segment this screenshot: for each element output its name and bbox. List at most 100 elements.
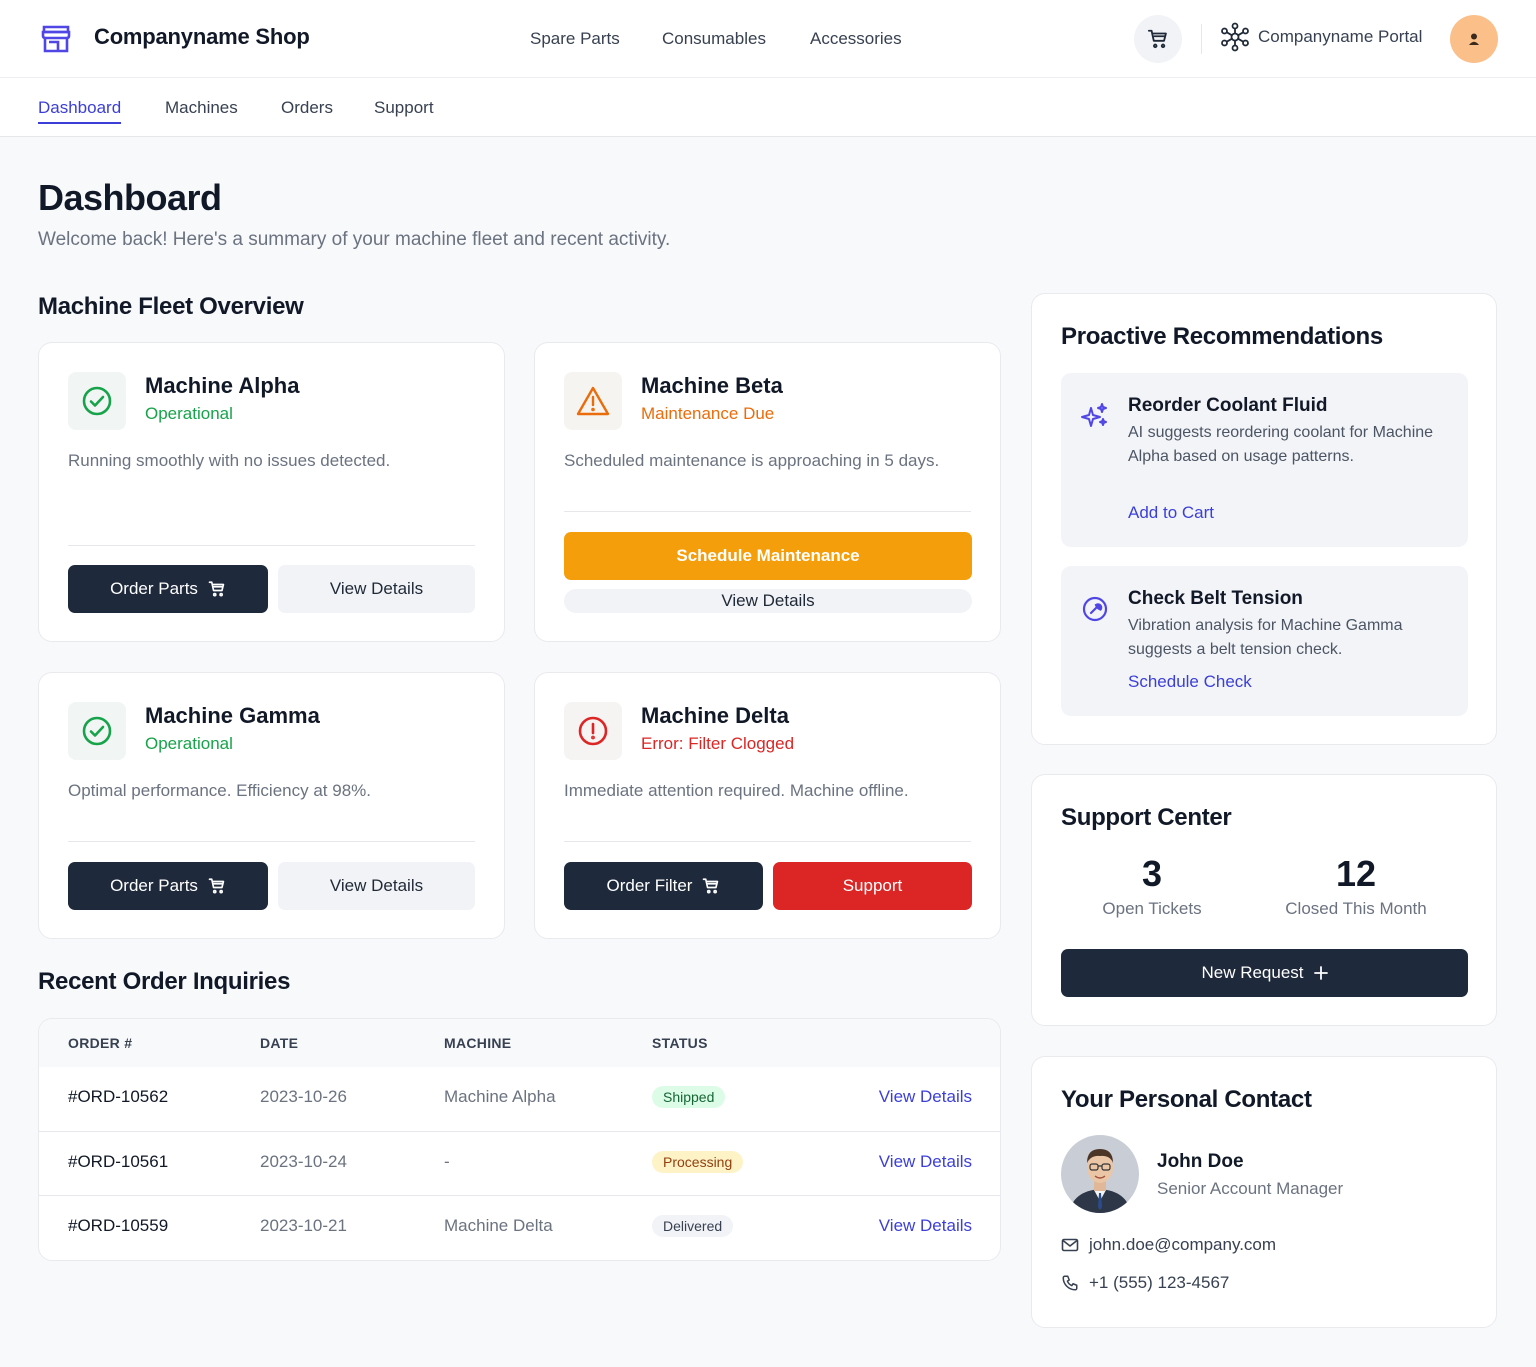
- portal-link[interactable]: Companyname Portal: [1220, 22, 1422, 52]
- button-label: Order Parts: [110, 579, 198, 598]
- order-number: #ORD-10562: [68, 1087, 169, 1106]
- plus-icon: [1313, 966, 1328, 980]
- view-details-button[interactable]: View Details: [278, 862, 475, 910]
- order-number: #ORD-10559: [68, 1216, 169, 1235]
- order-filter-button[interactable]: Order Filter: [564, 862, 763, 910]
- recommendation-title: Reorder Coolant Fluid: [1128, 395, 1328, 416]
- table-row: #ORD-10559 2023-10-21 Machine Delta Deli…: [39, 1195, 1000, 1259]
- status-icon-wrap: [564, 372, 622, 430]
- schedule-maintenance-button[interactable]: Schedule Maintenance: [564, 532, 972, 580]
- orders-table: ORDER # DATE MACHINE STATUS #ORD-10562 2…: [38, 1018, 1001, 1261]
- top-bar: Companyname Shop Spare Parts Consumables…: [0, 0, 1536, 78]
- divider: [1201, 24, 1202, 54]
- nav-spare-parts[interactable]: Spare Parts: [530, 29, 620, 49]
- machine-status: Operational: [145, 734, 233, 753]
- phone-text: +1 (555) 123-4567: [1089, 1273, 1230, 1292]
- orders-section-title: Recent Order Inquiries: [38, 968, 291, 995]
- order-date: 2023-10-26: [260, 1087, 347, 1106]
- closed-tickets-count: 12: [1335, 853, 1377, 894]
- machine-description: Optimal performance. Efficiency at 98%.: [68, 781, 371, 800]
- status-badge: Processing: [652, 1151, 744, 1173]
- order-parts-button[interactable]: Order Parts: [68, 565, 268, 613]
- add-to-cart-link[interactable]: Add to Cart: [1128, 503, 1214, 523]
- open-tickets-label: Open Tickets: [1102, 899, 1202, 918]
- order-machine: Machine Alpha: [444, 1087, 556, 1106]
- nav-consumables[interactable]: Consumables: [662, 29, 766, 49]
- sub-navigation: Dashboard Machines Orders Support: [0, 78, 1536, 137]
- tab-dashboard[interactable]: Dashboard: [38, 98, 122, 124]
- closed-tickets-label: Closed This Month: [1285, 899, 1427, 918]
- tab-orders[interactable]: Orders: [281, 98, 333, 118]
- recommendation-text: AI suggests reordering coolant for Machi…: [1128, 424, 1434, 465]
- table-header: ORDER # DATE MACHINE STATUS: [39, 1019, 1000, 1067]
- email-text: john.doe@company.com: [1089, 1235, 1277, 1254]
- divider: [68, 841, 475, 842]
- order-parts-button[interactable]: Order Parts: [68, 862, 268, 910]
- column-header: STATUS: [652, 1035, 708, 1051]
- column-header: MACHINE: [444, 1035, 512, 1051]
- status-badge: Shipped: [652, 1086, 726, 1108]
- order-machine: -: [444, 1152, 450, 1171]
- nav-accessories[interactable]: Accessories: [810, 29, 902, 49]
- view-details-link[interactable]: View Details: [879, 1216, 972, 1236]
- machine-name: Machine Beta: [641, 373, 783, 398]
- cart-button[interactable]: [1134, 15, 1182, 63]
- machine-card-gamma: Machine Gamma Operational Optimal perfor…: [38, 672, 505, 939]
- mail-icon: [1061, 1238, 1079, 1252]
- portal-label: Companyname Portal: [1258, 27, 1423, 46]
- view-details-link[interactable]: View Details: [879, 1087, 972, 1107]
- user-avatar[interactable]: [1450, 15, 1498, 63]
- machine-status: Maintenance Due: [641, 404, 775, 423]
- contact-phone[interactable]: +1 (555) 123-4567: [1061, 1273, 1229, 1293]
- divider: [564, 841, 971, 842]
- order-number: #ORD-10561: [68, 1152, 169, 1171]
- table-row: #ORD-10561 2023-10-24 - Processing View …: [39, 1131, 1000, 1195]
- machine-name: Machine Delta: [641, 703, 789, 728]
- phone-icon: [1062, 1275, 1078, 1291]
- cart-icon: [208, 581, 225, 597]
- tab-support[interactable]: Support: [374, 98, 434, 118]
- cart-icon: [1147, 29, 1167, 49]
- button-label: Order Parts: [110, 876, 198, 895]
- view-details-link[interactable]: View Details: [879, 1152, 972, 1172]
- view-details-button[interactable]: View Details: [564, 589, 972, 613]
- status-icon-wrap: [68, 372, 126, 430]
- panel-title: Proactive Recommendations: [1061, 323, 1383, 350]
- recommendation-text: Vibration analysis for Machine Gamma sug…: [1128, 617, 1403, 658]
- tab-machines[interactable]: Machines: [165, 98, 238, 118]
- divider: [564, 511, 971, 512]
- brand-name[interactable]: Companyname Shop: [94, 24, 310, 50]
- cart-icon: [703, 878, 719, 894]
- status-icon-wrap: [68, 702, 126, 760]
- column-header: ORDER #: [68, 1035, 133, 1051]
- schedule-check-link[interactable]: Schedule Check: [1128, 672, 1252, 692]
- order-date: 2023-10-24: [260, 1152, 347, 1171]
- wrench-icon: [1082, 596, 1108, 622]
- contact-email[interactable]: john.doe@company.com: [1061, 1235, 1276, 1255]
- panel-title: Your Personal Contact: [1061, 1086, 1312, 1113]
- network-icon: [1221, 22, 1249, 52]
- support-center-panel: Support Center 3 Open Tickets 12 Closed …: [1031, 774, 1497, 1026]
- support-button[interactable]: Support: [773, 862, 972, 910]
- cart-icon: [208, 878, 225, 894]
- view-details-button[interactable]: View Details: [278, 565, 475, 613]
- machine-status: Operational: [145, 404, 233, 423]
- machine-card-delta: Machine Delta Error: Filter Clogged Imme…: [534, 672, 1001, 939]
- machine-name: Machine Gamma: [145, 703, 320, 728]
- warning-triangle-icon: [576, 386, 610, 416]
- column-header: DATE: [260, 1035, 299, 1051]
- new-request-button[interactable]: New Request: [1061, 949, 1468, 997]
- page-title: Dashboard: [38, 177, 222, 218]
- machine-description: Immediate attention required. Machine of…: [564, 781, 909, 800]
- store-icon[interactable]: [40, 24, 72, 54]
- contact-name: John Doe: [1157, 1151, 1244, 1172]
- fleet-section-title: Machine Fleet Overview: [38, 293, 304, 320]
- open-tickets-count: 3: [1141, 853, 1163, 894]
- button-label: New Request: [1201, 963, 1304, 982]
- machine-card-beta: Machine Beta Maintenance Due Scheduled m…: [534, 342, 1001, 642]
- recommendation-card: Reorder Coolant Fluid AI suggests reorde…: [1061, 373, 1468, 547]
- machine-status: Error: Filter Clogged: [641, 734, 795, 753]
- machine-card-alpha: Machine Alpha Operational Running smooth…: [38, 342, 505, 642]
- button-label: Order Filter: [606, 876, 693, 895]
- table-row: #ORD-10562 2023-10-26 Machine Alpha Ship…: [39, 1067, 1000, 1131]
